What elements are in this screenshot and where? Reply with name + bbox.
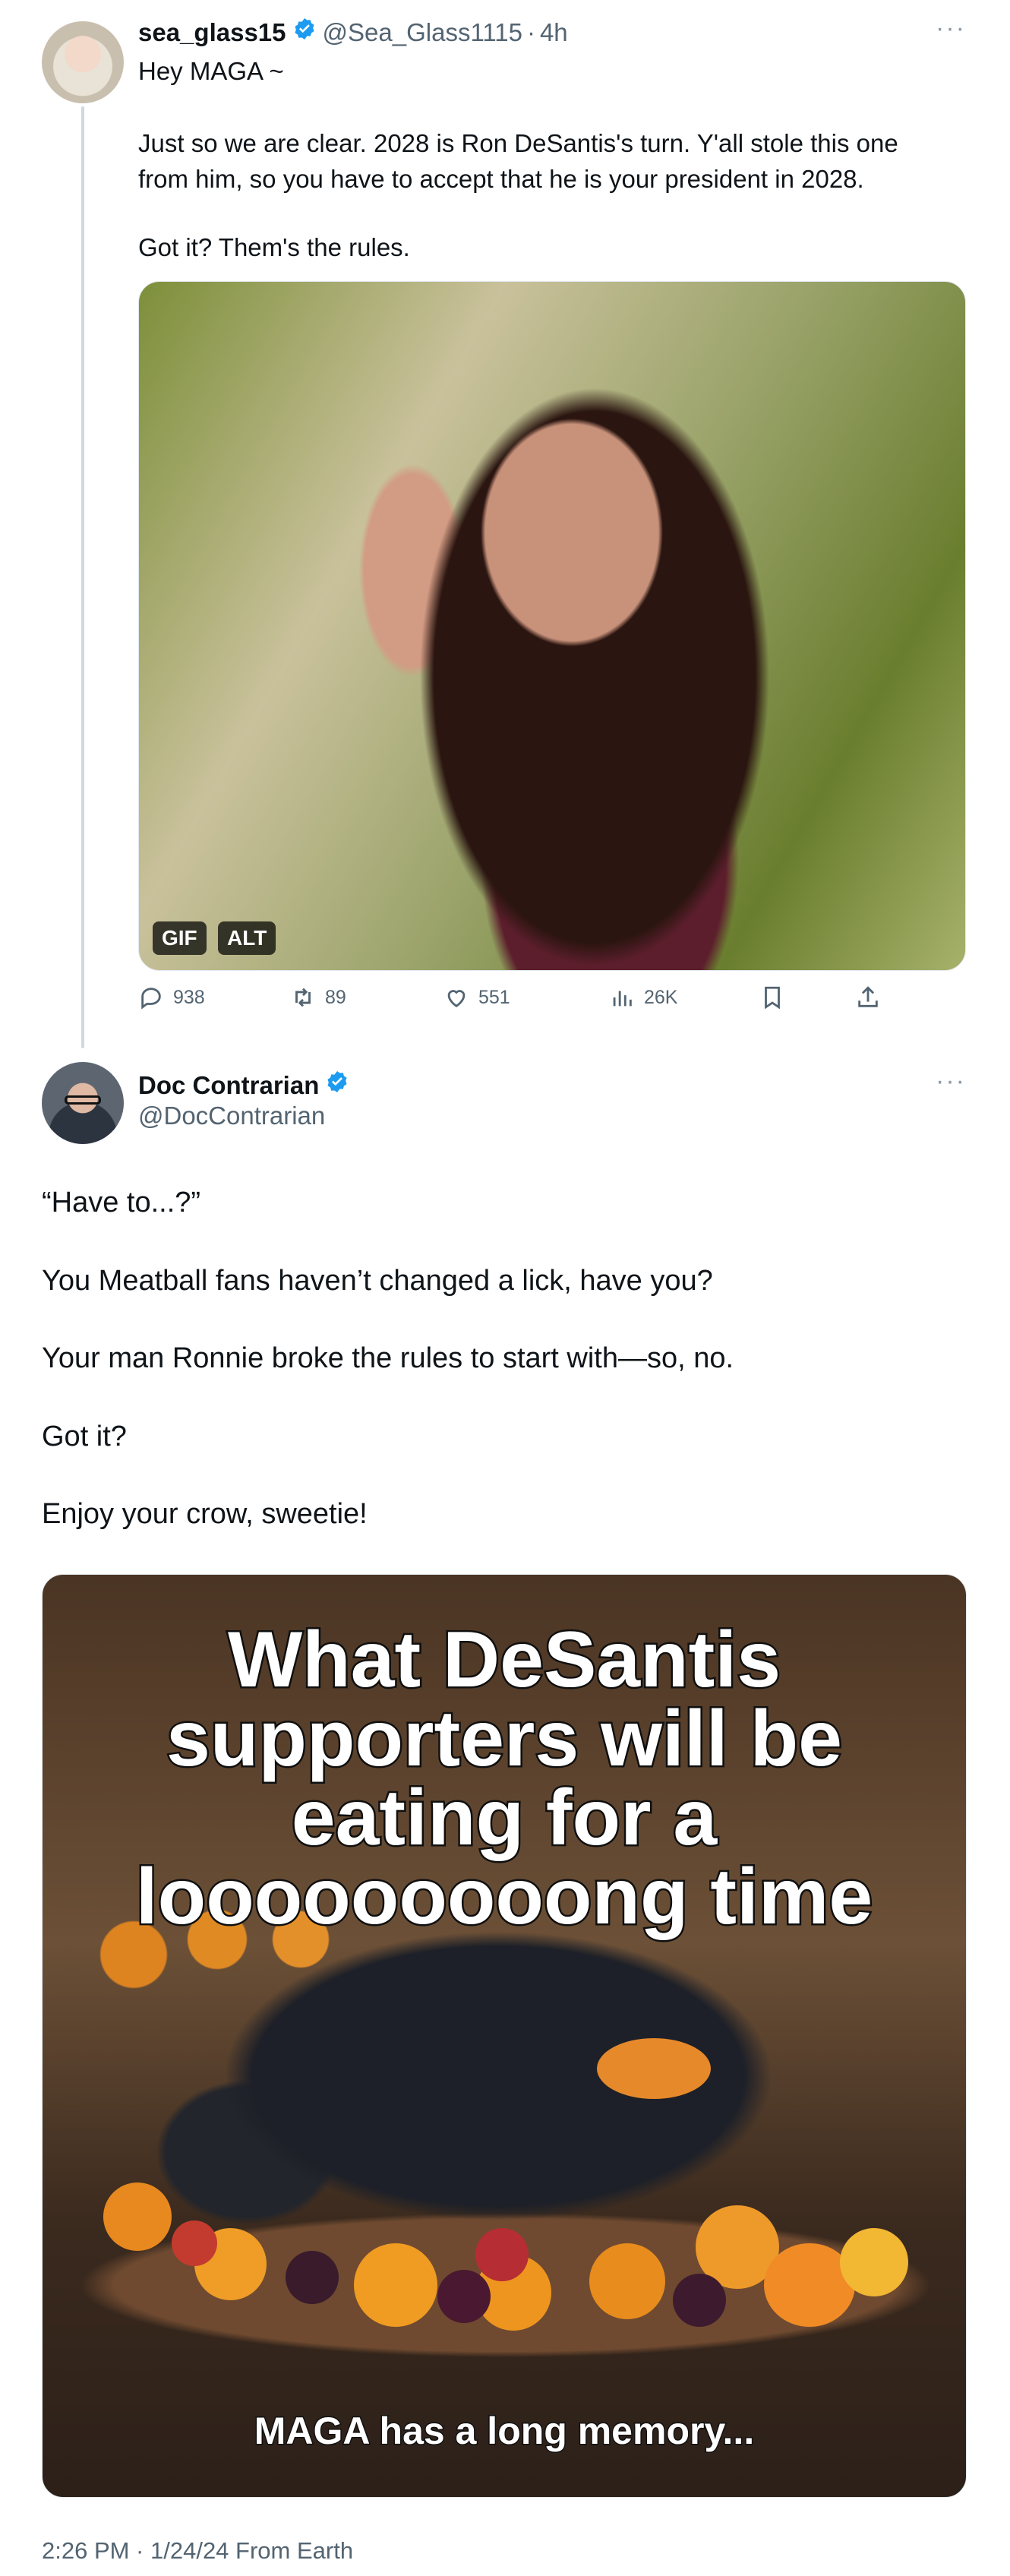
tweet1-text-line-3: Got it? Them's the rules. xyxy=(138,233,410,261)
tweet2-paragraph-2: You Meatball fans haven’t changed a lick… xyxy=(42,1265,713,1297)
like-button[interactable]: 551 xyxy=(443,985,510,1010)
share-button[interactable] xyxy=(855,985,890,1010)
tweet2-header: Doc Contrarian xyxy=(138,1070,355,1100)
more-icon[interactable]: ··· xyxy=(936,14,966,43)
gif-badge: GIF xyxy=(153,921,207,955)
tweet1-action-bar: 938 89 551 26K xyxy=(138,985,966,1015)
orange-fruit xyxy=(840,2228,908,2296)
orange-fruit xyxy=(103,2182,172,2251)
orange-fruit xyxy=(597,2038,711,2099)
tweet2-meme-image[interactable]: What DeSantis supporters will be eating … xyxy=(42,1574,967,2498)
berry-cluster xyxy=(286,2251,339,2304)
share-icon xyxy=(858,986,878,1007)
tweet2-author-name[interactable]: Doc Contrarian xyxy=(138,1071,319,1100)
views-count: 26K xyxy=(644,986,678,1008)
tweet2-handle-row: @DocContrarian xyxy=(138,1102,325,1130)
repost-button[interactable]: 89 xyxy=(290,985,346,1010)
orange-fruit xyxy=(354,2243,437,2327)
avatar-doc-contrarian[interactable] xyxy=(42,1062,124,1144)
tweet2-paragraph-1: “Have to...?” xyxy=(42,1187,201,1218)
meme-top-caption: What DeSantis supporters will be eating … xyxy=(134,1616,874,1941)
repost-icon xyxy=(295,988,311,1007)
tweet2-paragraph-5: Enjoy your crow, sweetie! xyxy=(42,1498,368,1530)
tweet1-handle[interactable]: @Sea_Glass1115 xyxy=(323,18,522,47)
views-button[interactable]: 26K xyxy=(609,985,677,1010)
alt-badge[interactable]: ALT xyxy=(218,921,276,955)
tweet1-text-line-1: Hey MAGA ~ xyxy=(138,57,284,85)
tweet1-gif-media[interactable]: GIF ALT xyxy=(138,281,966,971)
tweet2-paragraph-4: Got it? xyxy=(42,1421,127,1452)
tweet1-text-line-2: Just so we are clear. 2028 is Ron DeSant… xyxy=(138,129,898,193)
tweet2-paragraph-3: Your man Ronnie broke the rules to start… xyxy=(42,1342,734,1374)
views-icon xyxy=(613,991,632,1007)
tweet1-separator: · xyxy=(526,18,535,46)
like-icon xyxy=(447,990,466,1008)
repost-count: 89 xyxy=(325,986,346,1008)
reply-button[interactable]: 938 xyxy=(138,985,205,1010)
verified-badge-icon xyxy=(327,1071,347,1092)
avatar-sea-glass15[interactable] xyxy=(42,21,124,103)
verified-badge-icon xyxy=(294,18,314,40)
reply-icon xyxy=(141,988,161,1010)
berry-cluster xyxy=(437,2270,491,2323)
thread-connector-line xyxy=(81,106,84,1048)
orange-fruit xyxy=(589,2243,665,2319)
like-count: 551 xyxy=(478,986,510,1008)
apple-fruit xyxy=(475,2228,529,2281)
more-icon[interactable]: ··· xyxy=(936,1067,966,1096)
apple-fruit xyxy=(172,2220,217,2266)
avatar-glasses xyxy=(65,1095,101,1105)
tweet1-header: sea_glass15 @Sea_Glass1115 · 4h xyxy=(138,17,568,47)
tweet2-timestamp-footer[interactable]: 2:26 PM · 1/24/24 From Earth xyxy=(42,2537,353,2565)
meme-bottom-caption: MAGA has a long memory... xyxy=(253,2409,755,2454)
bookmark-icon xyxy=(765,986,780,1010)
berry-cluster xyxy=(673,2274,726,2327)
reply-count: 938 xyxy=(173,986,205,1008)
tweet1-author-name[interactable]: sea_glass15 xyxy=(138,18,286,47)
bookmark-button[interactable] xyxy=(759,985,794,1010)
tweet1-time[interactable]: 4h xyxy=(540,18,568,47)
tweet2-handle[interactable]: @DocContrarian xyxy=(138,1102,325,1130)
